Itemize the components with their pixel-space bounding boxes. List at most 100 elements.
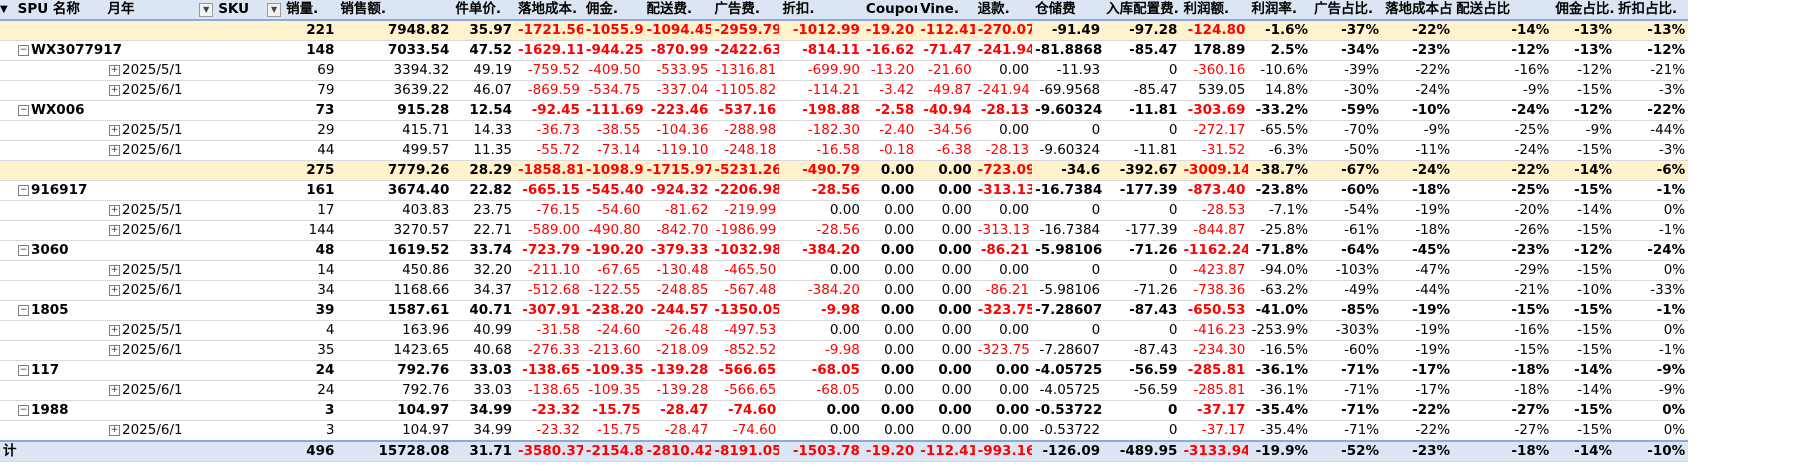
value-cell[interactable]: 221 (283, 20, 338, 41)
value-cell[interactable]: -23% (1382, 40, 1454, 61)
value-cell[interactable]: -56.59 (1103, 380, 1181, 401)
value-cell[interactable]: 403.83 (337, 200, 453, 221)
value-cell[interactable]: 0.00 (974, 360, 1033, 381)
value-cell[interactable]: 11.35 (452, 140, 516, 161)
value-cell[interactable]: 22.71 (452, 220, 516, 241)
value-cell[interactable]: 0% (1615, 260, 1689, 281)
value-cell[interactable]: -1105.82 (711, 80, 780, 101)
value-cell[interactable]: -86.21 (974, 240, 1033, 261)
value-cell[interactable]: -63.2% (1248, 280, 1312, 301)
value-cell[interactable]: -14% (1552, 160, 1616, 181)
value-cell[interactable]: -18% (1382, 220, 1454, 241)
value-cell[interactable]: -59% (1311, 100, 1383, 121)
month-label[interactable]: +2025/6/1 (0, 420, 284, 442)
value-cell[interactable]: 0.00 (862, 240, 918, 261)
value-cell[interactable]: 0 (1032, 260, 1104, 281)
value-cell[interactable]: 1168.66 (337, 280, 453, 301)
value-cell[interactable]: -23% (1382, 440, 1454, 462)
value-cell[interactable]: -18% (1382, 180, 1454, 201)
value-cell[interactable]: -23.32 (515, 400, 583, 421)
value-cell[interactable]: 29 (283, 120, 338, 141)
value-cell[interactable]: -1% (1615, 180, 1689, 201)
value-cell[interactable]: -114.21 (779, 80, 863, 101)
value-cell[interactable]: -15% (1552, 300, 1616, 321)
value-cell[interactable]: -71.47 (917, 40, 975, 61)
value-cell[interactable]: 69 (283, 60, 338, 81)
value-cell[interactable]: 32.20 (452, 260, 516, 281)
value-cell[interactable]: -384.20 (779, 240, 863, 261)
value-cell[interactable]: 0.00 (862, 380, 918, 401)
value-cell[interactable]: -13% (1552, 20, 1616, 41)
value-cell[interactable]: -22% (1382, 60, 1454, 81)
value-cell[interactable]: -211.10 (515, 260, 583, 281)
value-cell[interactable]: 0% (1615, 320, 1689, 341)
value-cell[interactable]: -244.57 (643, 300, 712, 321)
value-cell[interactable]: 40.99 (452, 320, 516, 341)
value-cell[interactable]: -303% (1311, 320, 1383, 341)
value-cell[interactable]: -39% (1311, 60, 1383, 81)
value-cell[interactable]: -28.56 (779, 180, 863, 201)
value-cell[interactable]: 2.5% (1248, 40, 1312, 61)
value-cell[interactable]: 0.00 (974, 400, 1033, 421)
value-cell[interactable]: -545.40 (582, 180, 644, 201)
value-cell[interactable]: -270.07 (974, 20, 1033, 41)
value-cell[interactable]: -111.69 (582, 100, 644, 121)
value-cell[interactable]: 0.00 (779, 200, 863, 221)
value-cell[interactable]: -16.62 (862, 40, 918, 61)
value-cell[interactable]: -9.60324 (1032, 100, 1104, 121)
month-label[interactable]: +2025/6/1 (0, 220, 284, 241)
month-label[interactable]: +2025/6/1 (0, 340, 284, 361)
value-cell[interactable]: -87.43 (1103, 340, 1181, 361)
value-cell[interactable]: -38.7% (1248, 160, 1312, 181)
value-cell[interactable]: 0.00 (917, 380, 975, 401)
value-cell[interactable]: -3009.14 (1180, 160, 1249, 181)
value-cell[interactable]: 915.28 (337, 100, 453, 121)
value-cell[interactable]: -9% (1552, 120, 1616, 141)
value-cell[interactable]: -22% (1382, 420, 1454, 442)
value-cell[interactable]: 0.00 (917, 320, 975, 341)
value-cell[interactable]: -15.75 (582, 420, 644, 442)
value-cell[interactable]: -49.87 (917, 80, 975, 101)
value-cell[interactable]: -24% (1453, 140, 1553, 161)
value-cell[interactable]: 14.8% (1248, 80, 1312, 101)
value-cell[interactable]: -272.17 (1180, 120, 1249, 141)
spu-label[interactable]: − WX3077917 (0, 40, 284, 61)
value-cell[interactable]: 0.00 (862, 360, 918, 381)
value-cell[interactable]: 33.03 (452, 360, 516, 381)
month-label[interactable]: +2025/6/1 (0, 380, 284, 401)
value-cell[interactable]: 0.00 (917, 400, 975, 421)
value-cell[interactable]: 792.76 (337, 360, 453, 381)
value-cell[interactable]: -34% (1311, 40, 1383, 61)
value-cell[interactable]: -699.90 (779, 60, 863, 81)
value-cell[interactable]: -26.48 (643, 320, 712, 341)
value-cell[interactable]: -223.46 (643, 100, 712, 121)
value-cell[interactable]: -814.11 (779, 40, 863, 61)
value-cell[interactable]: -138.65 (515, 380, 583, 401)
value-cell[interactable]: -15% (1453, 300, 1553, 321)
value-cell[interactable]: -15% (1453, 340, 1553, 361)
value-cell[interactable]: -31.58 (515, 320, 583, 341)
value-cell[interactable]: -44% (1382, 280, 1454, 301)
value-cell[interactable]: 0.00 (974, 420, 1033, 442)
value-cell[interactable]: -97.28 (1103, 20, 1181, 41)
value-cell[interactable]: -76.15 (515, 200, 583, 221)
value-cell[interactable]: 0.00 (917, 360, 975, 381)
value-cell[interactable]: -182.30 (779, 120, 863, 141)
value-cell[interactable]: -12% (1615, 40, 1689, 61)
value-cell[interactable]: 4 (283, 320, 338, 341)
value-cell[interactable]: 0.00 (862, 340, 918, 361)
value-cell[interactable]: 15728.08 (337, 440, 453, 462)
value-cell[interactable]: -139.28 (643, 380, 712, 401)
value-cell[interactable]: -1350.05 (711, 300, 780, 321)
value-cell[interactable]: -6.38 (917, 140, 975, 161)
value-cell[interactable]: -20% (1453, 200, 1553, 221)
value-cell[interactable]: 0.00 (779, 420, 863, 442)
value-cell[interactable]: -360.16 (1180, 60, 1249, 81)
expand-icon[interactable]: + (109, 384, 120, 396)
value-cell[interactable]: -38.55 (582, 120, 644, 141)
value-cell[interactable]: -423.87 (1180, 260, 1249, 281)
value-cell[interactable]: 450.86 (337, 260, 453, 281)
value-cell[interactable]: -112.41 (917, 20, 975, 41)
value-cell[interactable]: -54.60 (582, 200, 644, 221)
value-cell[interactable]: -993.16 (974, 440, 1033, 462)
